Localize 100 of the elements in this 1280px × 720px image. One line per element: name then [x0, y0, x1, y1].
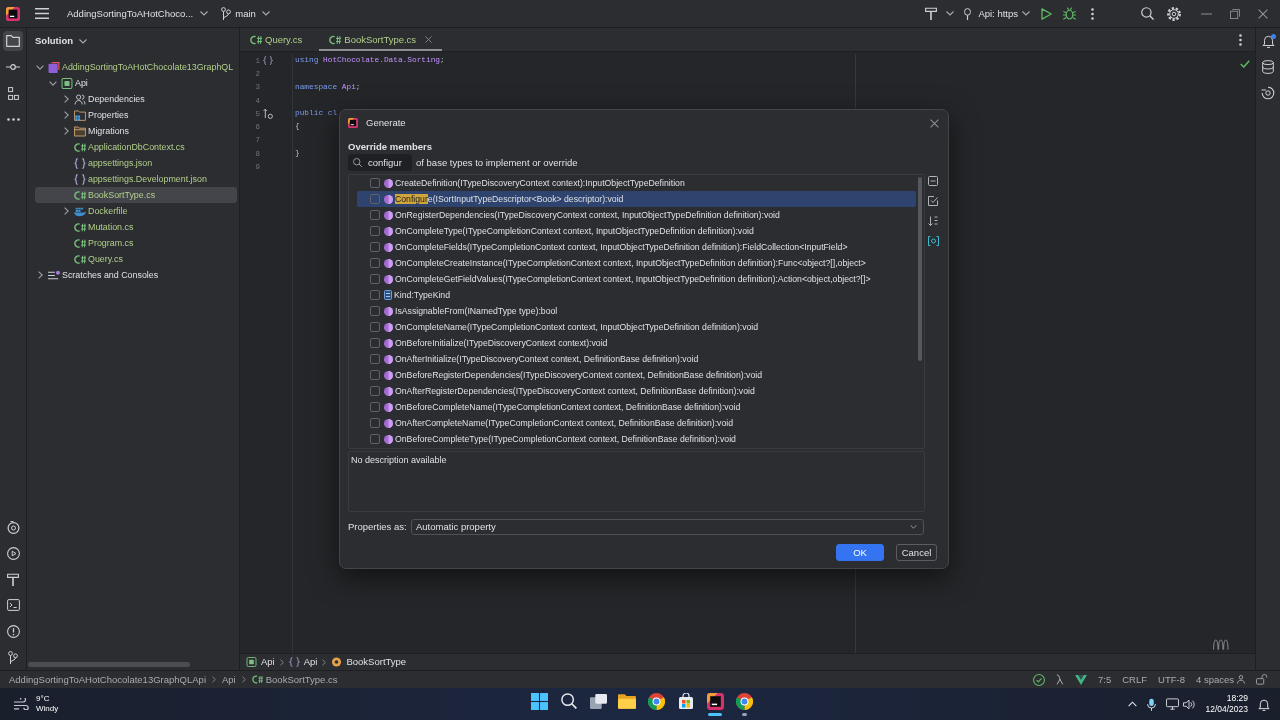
encoding-selector[interactable]: UTF-8: [1158, 673, 1185, 686]
member-row[interactable]: OnCompleteCreateInstance(ITypeCompletionContext context, InputObjectTypeDefinition definition):Func<object?[],object>: [357, 255, 916, 271]
breadcrumb-item[interactable]: Api: [288, 656, 318, 668]
view-selector[interactable]: Solution: [35, 35, 87, 47]
search-icon[interactable]: [560, 693, 577, 709]
member-row[interactable]: OnCompleteName(ITypeCompletionContext context, InputObjectTypeDefinition definition):void: [357, 319, 916, 335]
close-icon[interactable]: [1258, 8, 1268, 19]
chevron-down-icon[interactable]: [49, 80, 57, 86]
settings-icon[interactable]: [1167, 6, 1181, 21]
tree-item[interactable]: Dependencies: [35, 91, 237, 107]
tree-item[interactable]: Program.cs: [35, 235, 237, 251]
member-row[interactable]: OnBeforeInitialize(ITypeDiscoveryContext context):void: [357, 335, 916, 351]
checkbox[interactable]: [370, 290, 380, 300]
sort-icon[interactable]: [928, 216, 938, 226]
member-row[interactable]: IsAssignableFrom(INamedType type):bool: [357, 303, 916, 319]
search-field[interactable]: configur: [348, 154, 412, 171]
member-row[interactable]: OnAfterRegisterDependencies(ITypeDiscoveryContext context, DefinitionBase definition):void: [357, 383, 916, 399]
caret-icon[interactable]: [946, 11, 955, 16]
checkbox[interactable]: [370, 370, 380, 380]
breadcrumb-item[interactable]: Api: [246, 656, 275, 668]
checkbox[interactable]: [370, 210, 380, 220]
minus-square-icon[interactable]: [928, 176, 938, 186]
arrow-up-icon[interactable]: [263, 108, 273, 120]
tree-item[interactable]: appsettings.json: [35, 155, 237, 171]
member-row[interactable]: OnBeforeCompleteName(ITypeCompletionContext context, DefinitionBase definition):void: [357, 399, 916, 415]
path-segment[interactable]: BookSortType.cs: [251, 673, 338, 686]
check-square-icon[interactable]: [928, 196, 938, 206]
bug-icon[interactable]: [1063, 7, 1076, 20]
wind-icon[interactable]: [14, 698, 30, 710]
arches-icon[interactable]: [1213, 639, 1229, 650]
clock-time[interactable]: 18:29: [1226, 693, 1248, 704]
line-ending-selector[interactable]: CRLF: [1122, 673, 1148, 686]
checkbox[interactable]: [370, 434, 380, 444]
temperature-text[interactable]: 9°C: [36, 694, 50, 704]
checkbox[interactable]: [370, 354, 380, 364]
breadcrumb-item[interactable]: BookSortType: [331, 656, 407, 668]
tree-item[interactable]: Query.cs: [35, 251, 237, 267]
branch-selector[interactable]: main: [221, 7, 270, 20]
microphone-icon[interactable]: [1147, 697, 1157, 711]
chevron-right-icon[interactable]: [37, 271, 43, 279]
tree-item[interactable]: Scratches and Consoles: [35, 267, 237, 283]
checkbox[interactable]: [370, 226, 380, 236]
lambda-icon[interactable]: [1056, 674, 1064, 685]
checkbox[interactable]: [370, 402, 380, 412]
member-row[interactable]: OnCompleteGetFieldValues(ITypeCompletionContext context, InputObjectTypeDefinition definition):Action<object,object?[]>: [357, 271, 916, 287]
chevron-right-icon[interactable]: [63, 207, 69, 215]
bell-icon[interactable]: [1258, 697, 1270, 711]
checkbox[interactable]: [370, 322, 380, 332]
padlock-icon[interactable]: [1256, 674, 1268, 685]
restore-icon[interactable]: [1230, 8, 1240, 19]
clock-date[interactable]: 12/04/2023: [1205, 704, 1248, 715]
tree-item[interactable]: appsettings.Development.json: [35, 171, 237, 187]
task-view-icon[interactable]: [589, 693, 607, 709]
project-selector[interactable]: AddingSortingToAHotChoco...: [67, 7, 209, 20]
member-row[interactable]: OnAfterCompleteName(ITypeCompletionContext context, DefinitionBase definition):void: [357, 415, 916, 431]
check-icon[interactable]: [1240, 60, 1250, 68]
checkbox[interactable]: [370, 306, 380, 316]
braces-icon[interactable]: [263, 56, 273, 66]
chevron-up-icon[interactable]: [1128, 701, 1138, 707]
chevron-right-icon[interactable]: [63, 95, 69, 103]
tool-window-button[interactable]: [3, 31, 23, 51]
editor-tab[interactable]: BookSortType.cs: [319, 28, 443, 51]
chevron-right-icon[interactable]: [63, 111, 69, 119]
close-icon[interactable]: [930, 118, 939, 128]
path-segment[interactable]: Api: [222, 673, 236, 686]
target-icon[interactable]: [1261, 86, 1275, 100]
brackets-icon[interactable]: [927, 236, 939, 246]
path-segment[interactable]: AddingSortingToAHotChocolate13GraphQLApi: [9, 673, 206, 686]
tree-item[interactable]: ApplicationDbContext.cs: [35, 139, 237, 155]
bell-icon[interactable]: [1261, 34, 1275, 48]
monitor-icon[interactable]: [1166, 698, 1180, 710]
tree-item[interactable]: Dockerfile: [35, 203, 237, 219]
member-row[interactable]: OnRegisterDependencies(ITypeDiscoveryContext context, InputObjectTypeDefinition definition):void: [357, 207, 916, 223]
shopping-bag-icon[interactable]: [677, 693, 694, 709]
member-row[interactable]: OnBeforeRegisterDependencies(ITypeDiscoveryContext context, DefinitionBase definition):void: [357, 367, 916, 383]
app-icon[interactable]: [706, 692, 724, 710]
speaker-icon[interactable]: [1183, 698, 1196, 710]
run-icon[interactable]: [1041, 7, 1052, 20]
more-icon[interactable]: [1239, 33, 1242, 46]
indent-selector[interactable]: 4 spaces: [1195, 673, 1245, 686]
app-logo-icon[interactable]: [6, 6, 20, 21]
tree-item[interactable]: BookSortType.cs: [35, 187, 237, 203]
checkbox[interactable]: [370, 418, 380, 428]
tree-item[interactable]: Mutation.cs: [35, 219, 237, 235]
member-row[interactable]: OnBeforeCompleteType(ITypeCompletionContext context, DefinitionBase definition):void: [357, 431, 916, 447]
checkbox[interactable]: [370, 178, 380, 188]
start-icon[interactable]: [530, 692, 548, 710]
ok-button[interactable]: OK: [836, 544, 884, 561]
weather-text[interactable]: Windy: [36, 704, 59, 714]
more-icon[interactable]: [1091, 7, 1094, 20]
chevron-right-icon[interactable]: [63, 127, 69, 135]
cancel-button[interactable]: Cancel: [896, 544, 937, 561]
horizontal-scrollbar[interactable]: [28, 662, 190, 667]
run-configuration-selector[interactable]: Api: https: [964, 7, 1030, 20]
editor-tab[interactable]: Query.cs: [240, 28, 313, 51]
close-icon[interactable]: [425, 36, 433, 43]
tree-item[interactable]: AddingSortingToAHotChocolate13GraphQL: [35, 59, 237, 75]
menu-icon[interactable]: [35, 8, 49, 19]
hammer-icon[interactable]: [925, 7, 938, 20]
member-row[interactable]: OnAfterInitialize(ITypeDiscoveryContext context, DefinitionBase definition):void: [357, 351, 916, 367]
